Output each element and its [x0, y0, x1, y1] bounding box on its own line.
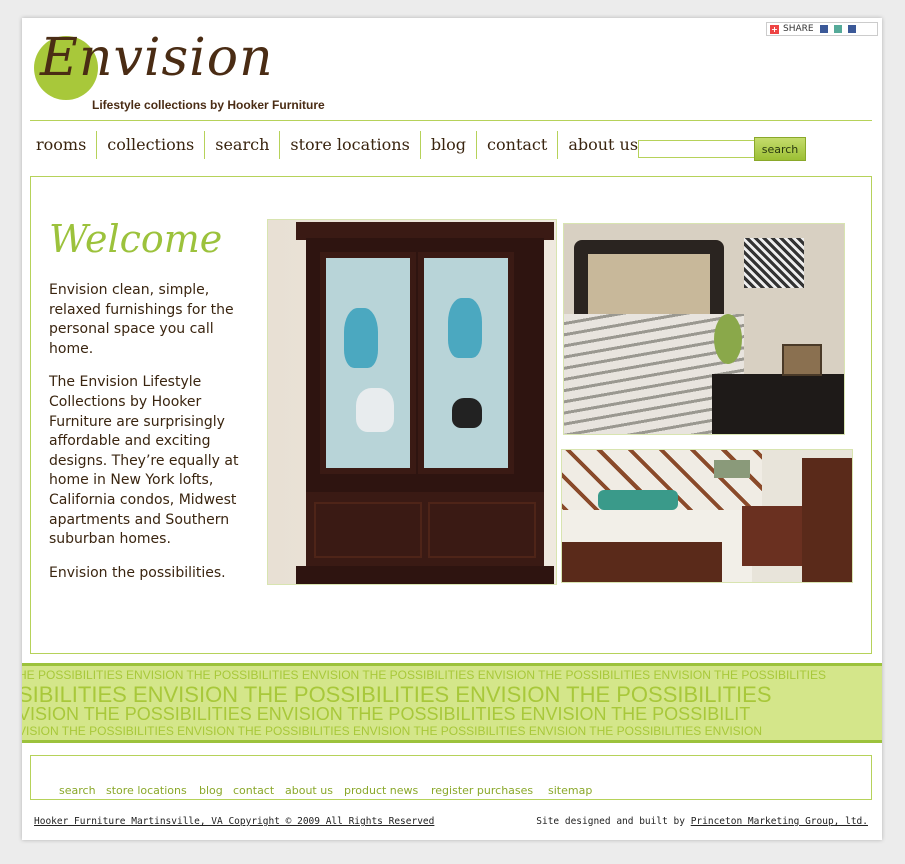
copyright-link[interactable]: Hooker Furniture Martinsville, VA Copyri…	[34, 816, 434, 827]
divider	[30, 799, 872, 800]
welcome-heading: Welcome	[49, 217, 223, 261]
footer-link-register-purchases[interactable]: register purchases	[431, 784, 533, 797]
divider	[30, 120, 872, 121]
site-logo[interactable]: Envision Lifestyle collections by Hooker…	[34, 28, 364, 112]
footer-link-contact[interactable]: contact	[233, 784, 274, 797]
intro-paragraph: Envision the possibilities.	[49, 564, 226, 581]
facebook-icon	[847, 25, 856, 33]
nav-blog[interactable]: blog	[421, 131, 478, 159]
footer-link-search[interactable]: search	[59, 784, 96, 797]
nav-contact[interactable]: contact	[477, 131, 559, 159]
banner-text: HE POSSIBILITIES ENVISION THE POSSIBILIT…	[22, 668, 827, 682]
possibilities-banner: HE POSSIBILITIES ENVISION THE POSSIBILIT…	[22, 663, 882, 743]
footer-link-about-us[interactable]: about us	[285, 784, 333, 797]
intro-paragraph: The Envision Lifestyle Collections by Ho…	[49, 374, 239, 548]
intro-paragraph: Envision clean, simple, relaxed furnishi…	[49, 282, 234, 357]
footer-link-product-news[interactable]: product news	[344, 784, 418, 797]
nav-rooms[interactable]: rooms	[30, 131, 98, 159]
search-button[interactable]: search	[754, 137, 806, 161]
bedroom-photo-2	[561, 449, 853, 583]
nav-store-locations[interactable]: store locations	[280, 131, 421, 159]
banner-text: VISION THE POSSIBILITIES ENVISION THE PO…	[22, 724, 762, 738]
share-button[interactable]: + SHARE	[766, 22, 878, 36]
bedroom-photo	[563, 223, 845, 435]
credit-prefix: Site designed and built by	[536, 816, 691, 827]
nav-collections[interactable]: collections	[97, 131, 206, 159]
footer-link-blog[interactable]: blog	[199, 784, 223, 797]
footer-link-store-locations[interactable]: store locations	[106, 784, 187, 797]
search-input[interactable]	[638, 140, 755, 158]
page: + SHARE Envision Lifestyle collections b…	[22, 18, 882, 840]
footer-link-sitemap[interactable]: sitemap	[548, 784, 592, 797]
nav-search[interactable]: search	[205, 131, 281, 159]
share-label: SHARE	[783, 24, 814, 34]
footer-nav: search store locations blog contact abou…	[30, 755, 872, 800]
banner-text: VISION THE POSSIBILITIES ENVISION THE PO…	[22, 704, 751, 724]
credit-text: Site designed and built by Princeton Mar…	[536, 816, 868, 827]
intro-text: Envision clean, simple, relaxed furnishi…	[49, 281, 257, 597]
curio-cabinet-photo	[267, 219, 557, 585]
credit-link[interactable]: Princeton Marketing Group, ltd.	[691, 816, 868, 827]
social-icon	[833, 25, 842, 33]
nav-about-us[interactable]: about us	[558, 131, 648, 159]
main-nav: rooms collections search store locations…	[30, 130, 648, 160]
logo-wordmark: Envision	[40, 28, 274, 88]
plus-icon: +	[770, 24, 779, 34]
social-icon	[819, 25, 828, 33]
logo-tagline: Lifestyle collections by Hooker Furnitur…	[92, 98, 325, 112]
main-content: Welcome Envision clean, simple, relaxed …	[30, 176, 872, 654]
